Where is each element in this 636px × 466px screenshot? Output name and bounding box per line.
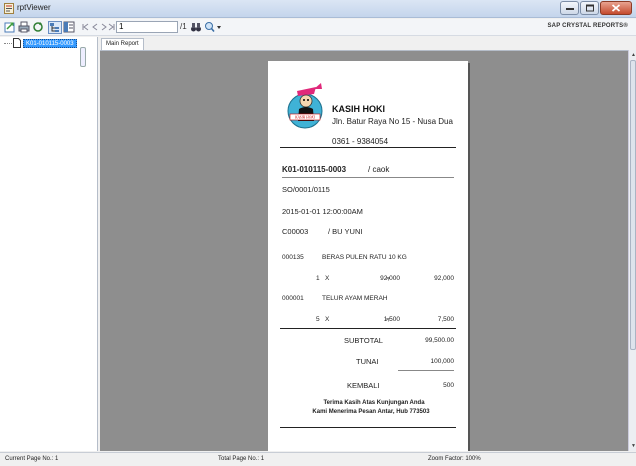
scrollbar-thumb[interactable] [630,60,636,350]
tab-main-report[interactable]: Main Report [101,38,144,50]
footer-divider [280,427,456,428]
current-page-status: Current Page No.: 1 [5,456,59,462]
thanks-line-2: Kami Menerima Pesan Antar, Hub 773503 [312,409,430,415]
tree-connector [4,43,12,44]
app-icon [4,3,14,14]
item-total: 7,500 [437,316,454,323]
export-button[interactable] [4,21,18,34]
close-icon [611,4,621,12]
items-divider [280,328,456,329]
scroll-up-icon[interactable]: ▲ [631,52,636,58]
title-bar: rptViewer [0,0,636,18]
refresh-icon [33,22,43,32]
minimize-button[interactable] [560,1,579,15]
page-count-label: /1 [180,22,187,31]
item-name: BERAS PULEN RATU 10 KG [322,254,407,261]
window-title: rptViewer [17,3,51,12]
document-icon [13,38,21,48]
subtotal-value: 99,500.00 [425,337,454,344]
app-window: rptViewer 1 /1 SAP CRYSTAL REPORTS® K01-… [0,0,636,466]
payment-divider [398,370,454,371]
find-button[interactable] [190,21,204,34]
maximize-button[interactable] [580,1,599,15]
print-icon [18,21,30,33]
maximize-icon [585,4,594,12]
transaction-datetime: 2015-01-01 12:00:00AM [282,207,363,216]
item-equals: = [386,316,390,323]
toggle-tree-button[interactable] [48,21,62,34]
total-page-status: Total Page No.: 1 [218,456,265,462]
status-bar: Current Page No.: 1 Total Page No.: 1 Zo… [0,452,636,466]
shop-address: Jln. Batur Raya No 15 - Nusa Dua [332,117,453,126]
last-page-icon [108,23,115,31]
export-icon [4,22,15,33]
tunai-label: TUNAI [356,357,379,366]
parameter-panel-icon [63,21,75,33]
item-qty: 5 [316,316,320,323]
report-viewer: KASIH HOKI KASIH HOKI Jln. Batur Raya No… [100,50,628,451]
first-page-icon [82,23,89,31]
shop-logo: KASIH HOKI [287,83,323,129]
scroll-down-icon[interactable]: ▼ [631,443,636,449]
tree-scroll-grip[interactable] [80,47,86,67]
page-number-input[interactable]: 1 [116,21,178,33]
invoice-divider [282,177,454,178]
item-total: 92,000 [434,275,454,282]
item-qty: 1 [316,275,320,282]
report-page: KASIH HOKI KASIH HOKI Jln. Batur Raya No… [268,61,468,451]
toolbar: 1 /1 SAP CRYSTAL REPORTS® [0,19,636,36]
zoom-status: Zoom Factor: 100% [428,456,481,462]
item-price: 92,000 [380,275,400,282]
customer-name: / BU YUNI [328,227,363,236]
item-price: 1,500 [383,316,400,323]
shop-name: KASIH HOKI [332,104,386,114]
tunai-value: 100,000 [430,358,455,365]
brand-label: SAP CRYSTAL REPORTS® [547,23,628,29]
item-name: TELUR AYAM MERAH [322,295,388,302]
cashier-name: / caok [368,165,390,174]
group-tree-panel: K01-010115-0003 [0,37,98,451]
zoom-icon [205,22,221,33]
vertical-scrollbar[interactable]: ▲ ▼ [628,50,636,451]
subtotal-label: SUBTOTAL [344,336,383,345]
item-equals: = [386,275,390,282]
group-tree-icon [50,23,59,32]
last-page-button[interactable] [108,21,116,34]
invoice-number: K01-010115-0003 [282,165,347,174]
logo-text: KASIH HOKI [294,116,316,120]
customer-code: C00003 [282,227,309,236]
binoculars-icon [191,23,201,32]
close-button[interactable] [600,1,632,15]
minimize-icon [565,8,574,10]
zoom-dropdown[interactable] [204,21,222,34]
item-code: 000135 [282,254,304,261]
kembali-value: 500 [443,382,454,389]
sales-order-number: SO/0001/0115 [282,185,330,194]
shop-phone: 0361 - 9384054 [332,137,389,146]
tree-item-invoice[interactable]: K01-010115-0003 [23,39,77,48]
thanks-line-1: Terima Kasih Atas Kunjungan Anda [323,400,425,406]
header-divider [280,147,456,148]
refresh-button[interactable] [32,21,46,34]
print-button[interactable] [18,21,32,34]
item-code: 000001 [282,295,304,302]
item-times: X [325,316,330,323]
param-panel-button[interactable] [63,21,77,34]
kembali-label: KEMBALI [347,381,380,390]
item-times: X [325,275,330,282]
